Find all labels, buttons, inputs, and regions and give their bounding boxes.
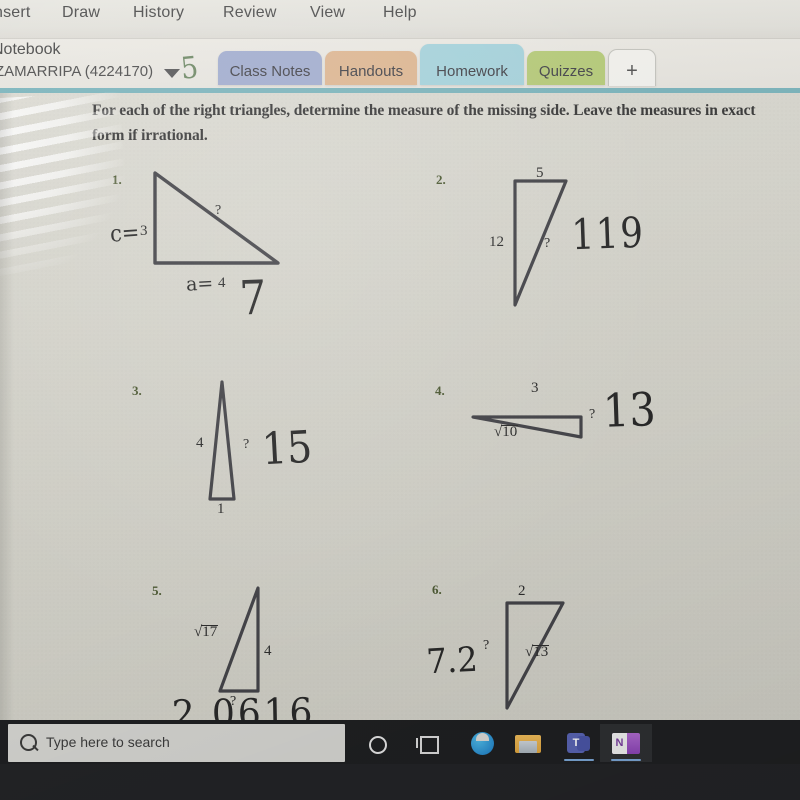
problem-4-label-3: 3 [531,380,539,396]
problem-3-label-1: 1 [217,501,225,517]
plus-icon: + [626,60,638,82]
teams-icon[interactable]: T [553,724,605,762]
notebook-subtitle[interactable]: -ZAMARRIPA (4224170) [0,63,153,80]
teams-letter: T [572,737,580,749]
windows-taskbar: Type here to search T N [0,720,800,800]
sqrt-symbol-10: √ 10 [494,424,519,440]
radicand-13: 13 [533,644,549,660]
notebook-header-row: Notebook -ZAMARRIPA (4224170) 5 Class No… [0,39,800,91]
problem-5-number: 5. [152,583,162,598]
sqrt-symbol-13: √ 13 [525,644,550,660]
problem-2-number: 2. [436,172,446,187]
taskbar-lower-band [0,764,800,800]
tab-quizzes-label: Quizzes [538,63,594,80]
problem-2-label-12: 12 [489,234,504,250]
tab-homework[interactable]: Homework [420,44,524,85]
onenote-icon[interactable]: N [600,724,652,762]
file-explorer-icon[interactable] [502,724,554,762]
problem-5-label-sqrt17: √ 17 [192,624,219,641]
problem-3-answer: 15 [260,421,314,476]
search-placeholder: Type here to search [46,734,170,750]
problem-1-handwriting-a: a= [185,272,214,296]
problem-3-triangle [208,380,236,501]
problem-6-number: 6. [432,582,442,597]
worksheet-instruction: For each of the right triangles, determi… [92,102,756,144]
problem-3-number: 3. [132,383,142,398]
tab-handouts-label: Handouts [338,63,404,80]
sqrt-symbol-17: √ 17 [194,624,219,640]
problem-6-label-2: 2 [518,583,526,599]
notebook-title[interactable]: Notebook [0,41,61,59]
tab-class-notes-label: Class Notes [229,63,311,80]
problem-1-handwriting-c: c= [109,218,141,248]
problem-6-unknown: ? [483,638,490,653]
menu-item-view[interactable]: View [310,4,345,22]
handwritten-five-mark: 5 [179,50,200,87]
problem-2-label-5: 5 [536,165,544,181]
problem-1-number: 1. [112,172,122,187]
problem-6-answer: 7.2 [425,639,479,683]
radicand-17: 17 [202,624,218,640]
menu-item-history[interactable]: History [133,4,184,22]
chevron-down-icon[interactable] [164,69,180,78]
menu-item-help[interactable]: Help [383,4,417,22]
onenote-letter: N [615,737,624,749]
radicand-10: 10 [502,424,518,440]
problem-2-answer: 119 [570,207,646,260]
menu-item-draw[interactable]: Draw [62,4,100,22]
problem-4-answer: 13 [602,382,657,438]
search-input[interactable]: Type here to search [8,724,345,762]
add-section-tab-button[interactable]: + [608,49,656,86]
problem-1-label-4: 4 [218,275,226,291]
problem-3-unknown: ? [243,437,250,452]
photographed-screen: nsert Draw History Review View Help Note… [0,0,800,800]
menu-item-review[interactable]: Review [223,4,277,22]
problem-3-label-4: 4 [196,435,204,451]
tab-handouts[interactable]: Handouts [325,51,417,85]
problem-4-unknown: ? [589,407,596,422]
problem-1-triangle [153,171,280,265]
problem-1-answer: 7 [238,270,268,327]
problem-6-label-sqrt13: √ 13 [523,644,550,661]
problem-1-unknown: ? [215,203,222,218]
problem-5-label-4: 4 [264,643,272,659]
search-icon [20,734,37,751]
tab-quizzes[interactable]: Quizzes [527,51,605,85]
menu-item-insert[interactable]: nsert [0,4,31,22]
problem-4-triangle [471,415,583,439]
problem-2-unknown: ? [544,236,551,251]
menu-bar: nsert Draw History Review View Help [0,0,800,39]
tab-homework-label: Homework [436,63,508,80]
worksheet-page[interactable]: For each of the right triangles, determi… [0,93,800,736]
edge-icon[interactable] [456,724,508,762]
problem-4-label-sqrt10: √ 10 [492,424,519,441]
tab-class-notes[interactable]: Class Notes [218,51,322,85]
problem-1-label-3: 3 [140,223,148,239]
cortana-icon[interactable] [352,724,404,762]
problem-4-number: 4. [435,383,445,398]
task-view-icon[interactable] [404,724,456,762]
